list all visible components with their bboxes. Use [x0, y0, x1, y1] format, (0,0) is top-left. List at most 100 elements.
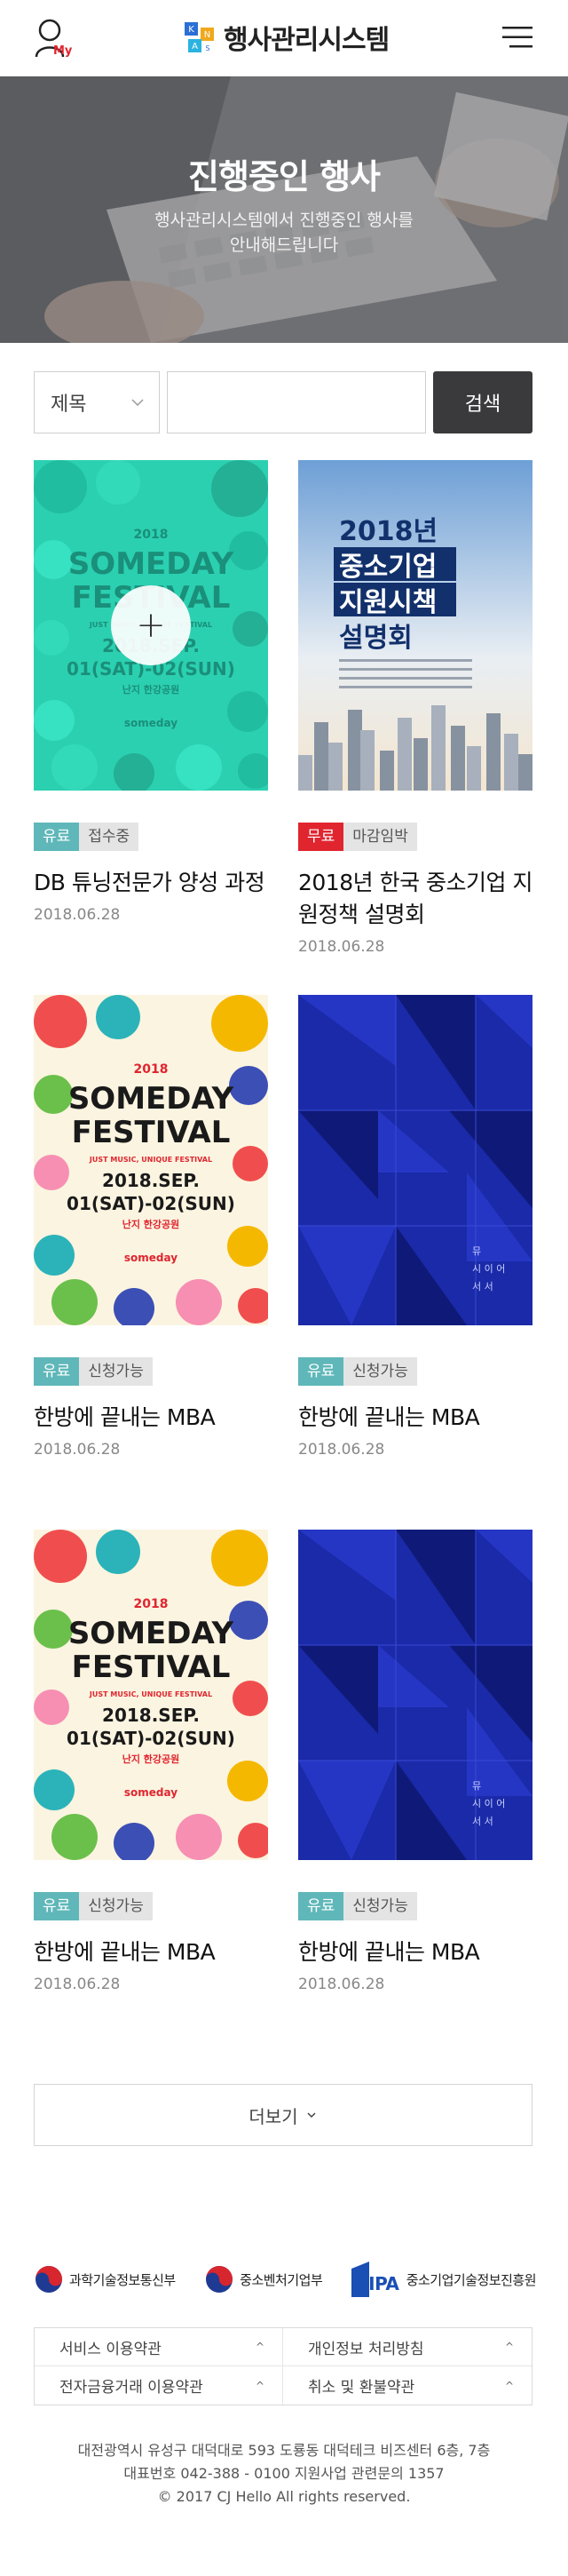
link-refund-policy[interactable]: 취소 및 환불약관 ^ — [283, 2366, 532, 2405]
poster-decor-circle — [51, 1279, 98, 1325]
event-badges: 유료 접수중 — [34, 823, 268, 851]
site-logo[interactable]: K N A S 행사관리시스템 — [183, 18, 390, 57]
event-card[interactable]: 2018SOMEDAYFESTIVALJUST MUSIC, UNIQUE FE… — [34, 460, 268, 924]
festival-poster-art: 2018 SOMEDAYFESTIVAL JUST MUSIC, UNIQUE FE… — [34, 1530, 268, 1860]
event-card[interactable]: 2018년 중소기업 지원시책 설명회 무료 마감임박 2018년 한국 중소기업 지원정책… — [298, 460, 532, 956]
poster-title-line2: 중소기업 — [339, 552, 437, 583]
poster-decor-circle — [233, 1146, 268, 1181]
event-title[interactable]: 한방에 끝내는 MBA — [298, 1936, 532, 1968]
poster-decor-circle — [96, 995, 140, 1039]
event-title[interactable]: 한방에 끝내는 MBA — [298, 1402, 532, 1434]
event-title[interactable]: 한방에 끝내는 MBA — [34, 1402, 268, 1434]
poster-text-line3: 서 서 — [472, 1816, 493, 1827]
caret-up-icon: ^ — [255, 2341, 264, 2353]
partner-msit[interactable]: 과학기술정보통신부 — [34, 2264, 176, 2294]
search-field-select[interactable]: 제목 — [34, 371, 160, 433]
event-badges: 유료 신청가능 — [298, 1357, 532, 1386]
poster-decor-circle — [34, 1075, 73, 1114]
link-privacy-policy[interactable]: 개인정보 처리방침 ^ — [283, 2328, 532, 2366]
abstract-poster-art: 뮤시 이 어서 서 — [298, 995, 532, 1325]
city-poster-art: 2018년중소기업지원시책설명회 — [298, 460, 532, 791]
price-badge: 유료 — [34, 1892, 80, 1920]
taegeuk-icon — [206, 2266, 233, 2293]
poster-year: 2018 — [134, 1062, 169, 1077]
link-e-finance-terms[interactable]: 전자금융거래 이용약관 ^ — [35, 2366, 283, 2405]
event-date: 2018.06.28 — [34, 1441, 121, 1459]
poster-date-line1: 2018.SEP. — [102, 1170, 200, 1191]
event-date: 2018.06.28 — [298, 938, 385, 956]
partner-name: 중소기업기술정보진흥원 — [406, 2271, 537, 2288]
plus-icon[interactable]: + — [111, 585, 191, 665]
status-badge: 접수중 — [79, 823, 139, 851]
poster-tagline: JUST MUSIC, UNIQUE FESTIVAL — [89, 1690, 212, 1698]
event-card[interactable]: 2018SOMEDAYFESTIVALJUST MUSIC, UNIQUE FE… — [34, 1530, 268, 1993]
event-poster[interactable]: 2018SOMEDAYFESTIVALJUST MUSIC, UNIQUE FE… — [34, 460, 268, 791]
building — [504, 734, 518, 791]
copyright: © 2017 CJ Hello All rights reserved. — [157, 2488, 411, 2505]
link-label: 취소 및 환불약관 — [308, 2379, 415, 2397]
poster-date-line2: 01(SAT)-02(SUN) — [67, 1193, 235, 1214]
event-poster[interactable]: 2018년 중소기업 지원시책 설명회 — [298, 460, 532, 791]
event-card[interactable]: 2018SOMEDAYFESTIVALJUST MUSIC, UNIQUE FE… — [34, 995, 268, 1459]
event-date: 2018.06.28 — [298, 1441, 385, 1459]
poster-place: 난지 한강공원 — [122, 1218, 180, 1230]
link-label: 개인정보 처리방침 — [308, 2340, 424, 2358]
status-badge: 신청가능 — [343, 1357, 417, 1386]
building — [348, 710, 362, 791]
price-badge: 유료 — [298, 1892, 344, 1920]
poster-place: 난지 한강공원 — [122, 683, 180, 696]
poster-decor-circle — [34, 460, 87, 513]
event-title[interactable]: 한방에 끝내는 MBA — [34, 1936, 268, 1968]
poster-text-line2: 시 이 어 — [472, 1798, 505, 1809]
poster-decor-circle — [176, 1814, 222, 1860]
event-poster[interactable]: 뮤시 이 어서 서 — [298, 995, 532, 1325]
building — [328, 743, 343, 791]
partner-tipa[interactable]: TIPA 중소기업기술정보진흥원 — [351, 2262, 537, 2297]
poster-brand: someday — [124, 717, 178, 729]
poster-decor-circle — [176, 744, 222, 791]
poster-title-line4: 설명회 — [339, 623, 413, 654]
search-button[interactable]: 검색 — [433, 371, 532, 433]
link-terms-of-service[interactable]: 서비스 이용약관 ^ — [35, 2328, 283, 2366]
tipa-mark-text: TIPA — [357, 2273, 399, 2294]
contact-line: 대표번호 042-388 - 0100 지원사업 관련문의 1357 — [123, 2465, 445, 2482]
poster-decor-circle — [233, 611, 268, 647]
poster-decor-circle — [227, 1226, 268, 1267]
building — [518, 754, 532, 791]
logo-letter-k: K — [188, 25, 194, 35]
poster-decor-circle — [34, 1610, 73, 1649]
partner-mss[interactable]: 중소벤처기업부 — [204, 2264, 323, 2294]
caret-up-icon: ^ — [504, 2341, 514, 2353]
chevron-down-icon — [131, 399, 144, 407]
poster-decor-circle — [211, 1530, 268, 1586]
event-poster[interactable]: 2018SOMEDAYFESTIVALJUST MUSIC, UNIQUE FE… — [34, 1530, 268, 1860]
logo-letter-a: A — [192, 42, 198, 52]
search-input[interactable] — [167, 371, 426, 433]
poster-decor-circle — [211, 995, 268, 1052]
my-label[interactable]: My — [53, 44, 72, 58]
event-card[interactable]: 뮤시 이 어서 서유료 신청가능한방에 끝내는 MBA 2018.06.28 — [298, 995, 532, 1459]
hero-title: 진행중인 행사 — [188, 157, 381, 196]
event-poster[interactable]: 뮤시 이 어서 서 — [298, 1530, 532, 1860]
hero-banner: 진행중인 행사 행사관리시스템에서 진행중인 행사를 안내해드립니다 — [0, 76, 568, 343]
poster-decor-circle — [229, 1066, 268, 1105]
event-title[interactable]: 2018년 한국 중소기업 지원정책 설명회 — [298, 867, 532, 931]
load-more-button[interactable]: 더보기 — [34, 2084, 532, 2146]
menu-icon[interactable] — [502, 25, 534, 50]
poster-place: 난지 한강공원 — [122, 1753, 180, 1765]
event-card[interactable]: 뮤시 이 어서 서 유료 신청가능 한방에 끝내는 MBA 2018.06.28 — [298, 1530, 532, 1993]
poster-text-line1: 뮤 — [472, 1780, 481, 1792]
chevron-down-icon — [307, 2112, 316, 2119]
event-title[interactable]: DB 튜닝전문가 양성 과정 — [34, 867, 268, 899]
search-bar: 제목 검색 — [34, 371, 532, 433]
event-poster[interactable]: 2018SOMEDAYFESTIVALJUST MUSIC, UNIQUE FE… — [34, 995, 268, 1325]
hero-subtitle-line1: 행사관리시스템에서 진행중인 행사를 — [154, 211, 414, 230]
link-label: 서비스 이용약관 — [59, 2340, 162, 2358]
poster-decor-circle — [34, 995, 87, 1048]
caret-up-icon: ^ — [255, 2379, 264, 2392]
poster-decor-circle — [211, 460, 268, 517]
poster-decor-circle — [34, 1690, 69, 1725]
poster-tagline: JUST MUSIC, UNIQUE FESTIVAL — [89, 1156, 212, 1164]
price-badge: 유료 — [298, 1357, 344, 1386]
address-line: 대전광역시 유성구 대덕대로 593 도룡동 대덕테크 비즈센터 6층, 7층 — [77, 2442, 491, 2459]
